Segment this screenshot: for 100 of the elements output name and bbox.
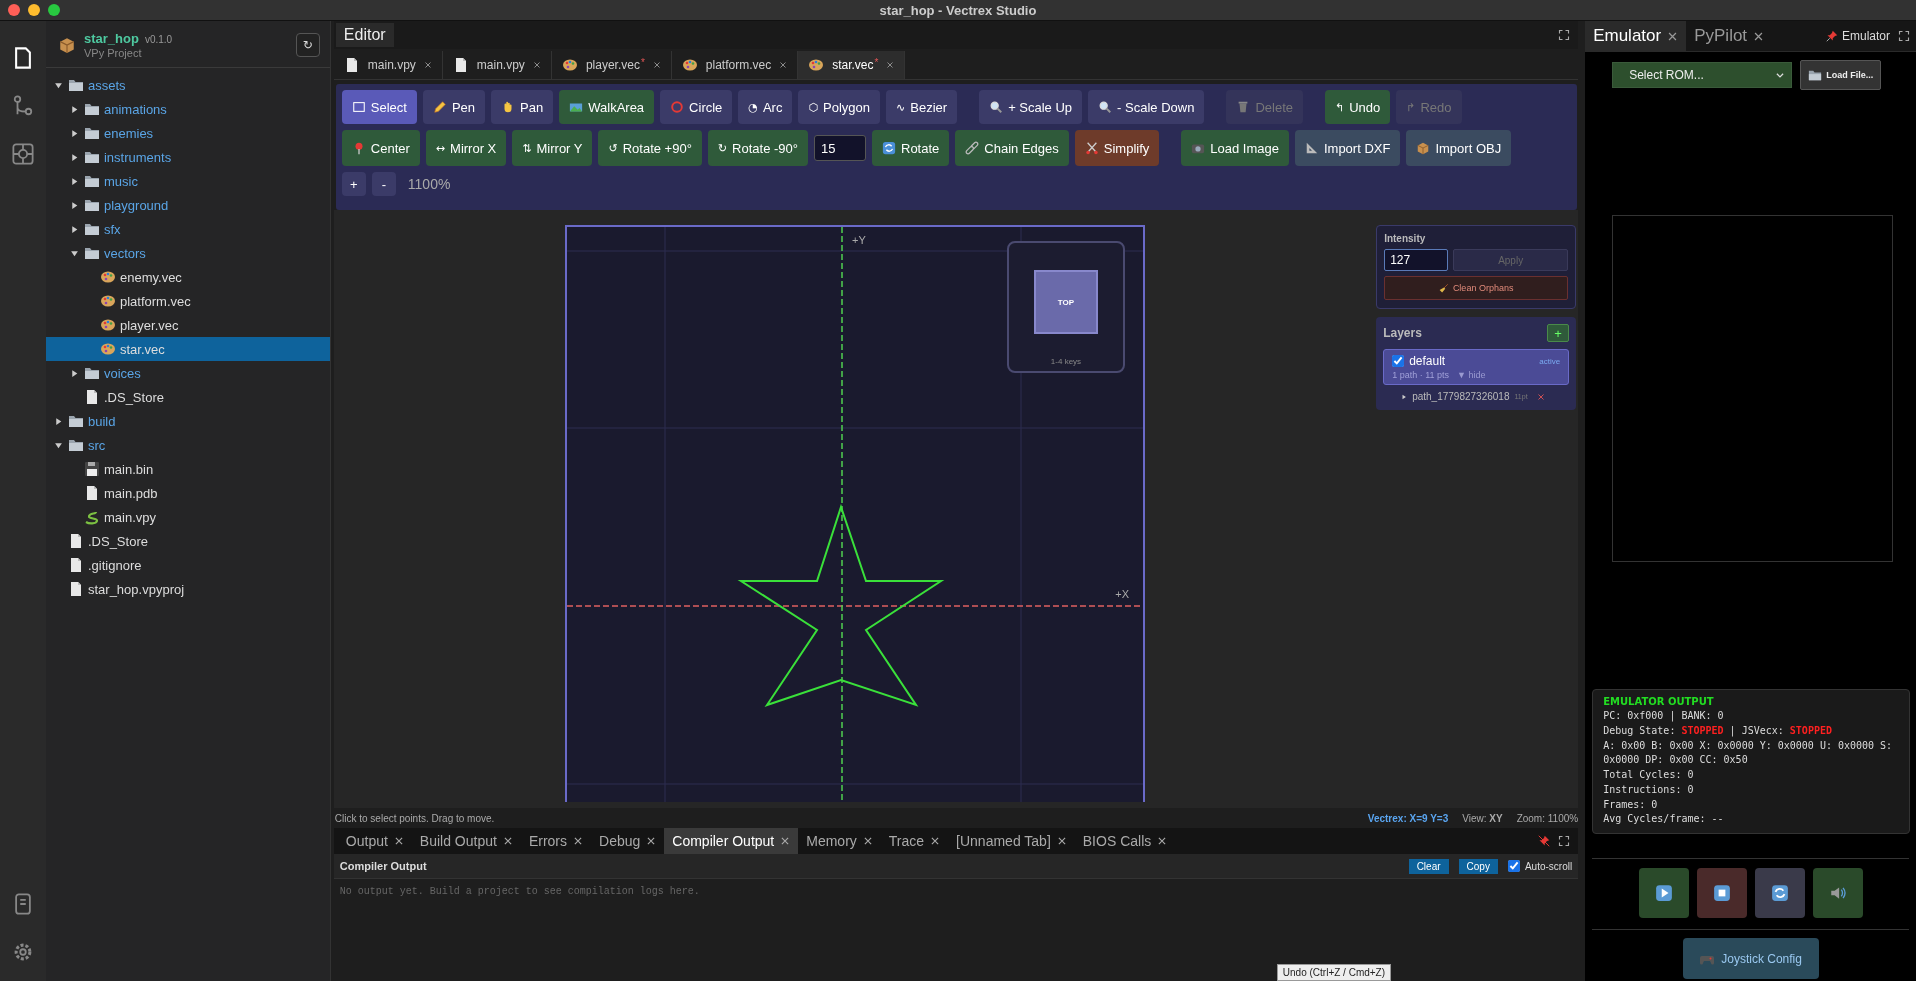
tree-item[interactable]: .DS_Store — [45, 529, 330, 553]
copy-button[interactable]: Copy — [1458, 858, 1498, 874]
caret-right-icon[interactable] — [1401, 393, 1408, 400]
caret-right-icon[interactable] — [53, 416, 63, 426]
maximize-icon[interactable] — [1898, 30, 1910, 42]
caret-right-icon[interactable] — [69, 224, 79, 234]
tree-item[interactable]: voices — [45, 361, 330, 385]
tree-item[interactable]: platform.vec — [45, 289, 330, 313]
tree-item[interactable]: animations — [45, 97, 330, 121]
caret-right-icon[interactable] — [69, 176, 79, 186]
tree-item[interactable]: player.vec — [45, 313, 330, 337]
panel-tab[interactable]: Memory — [798, 828, 881, 854]
tree-item[interactable]: music — [45, 169, 330, 193]
tree-item[interactable]: star_hop.vpyproj — [45, 577, 330, 601]
toolbar-button[interactable]: ⇅ Mirror Y — [512, 130, 593, 166]
toolbar-button[interactable]: Import OBJ — [1406, 130, 1512, 166]
load-file-button[interactable]: Load File... — [1800, 60, 1882, 90]
close-icon[interactable] — [862, 836, 873, 846]
toolbar-button[interactable]: Chain Edges — [955, 130, 1069, 166]
toolbar-button[interactable]: ↺ Rotate +90° — [598, 130, 702, 166]
device-icon[interactable] — [12, 893, 34, 915]
caret-down-icon[interactable] — [53, 440, 63, 450]
caret-down-icon[interactable] — [69, 248, 79, 258]
toolbar-button[interactable]: - Scale Down — [1088, 90, 1205, 124]
emulator-tab[interactable]: Emulator — [1585, 21, 1687, 51]
rom-select[interactable]: Select ROM... — [1612, 62, 1793, 88]
close-icon[interactable] — [393, 836, 404, 846]
toolbar-button[interactable]: Simplify — [1074, 130, 1160, 166]
close-icon[interactable] — [1157, 836, 1168, 846]
view-cube[interactable]: TOP — [1034, 270, 1098, 334]
tree-item[interactable]: .gitignore — [45, 553, 330, 577]
path-name[interactable]: path_1779827326018 — [1412, 391, 1510, 402]
play-button[interactable] — [1638, 868, 1689, 918]
tree-item[interactable]: main.bin — [45, 457, 330, 481]
panel-tab[interactable]: Compiler Output — [664, 828, 799, 854]
caret-right-icon[interactable] — [69, 368, 79, 378]
toolbar-button[interactable]: Circle — [660, 90, 733, 124]
tree-item[interactable]: enemies — [45, 121, 330, 145]
panel-tab[interactable]: Errors — [520, 828, 592, 854]
caret-right-icon[interactable] — [69, 152, 79, 162]
maximize-icon[interactable] — [1558, 29, 1571, 41]
editor-tab[interactable]: main.vpy — [333, 51, 443, 79]
visibility-checkbox[interactable] — [1392, 355, 1405, 367]
tree-item[interactable]: src — [45, 433, 330, 457]
tree-item[interactable]: star.vec — [45, 337, 330, 361]
tree-item[interactable]: main.pdb — [45, 481, 330, 505]
toolbar-button[interactable]: Rotate — [872, 130, 950, 166]
file-icon[interactable] — [12, 47, 34, 69]
minimize-window-button[interactable] — [28, 4, 40, 16]
caret-down-icon[interactable] — [53, 80, 63, 90]
toolbar-button[interactable]: Pan — [491, 90, 554, 124]
close-icon[interactable] — [1753, 30, 1765, 42]
toolbar-button[interactable]: Select — [341, 90, 417, 124]
tree-item[interactable]: sfx — [45, 217, 330, 241]
clean-orphans-button[interactable]: Clean Orphans — [1384, 276, 1569, 300]
toolbar-button[interactable]: ↔ Mirror X — [425, 130, 507, 166]
close-icon[interactable] — [779, 61, 788, 69]
clear-button[interactable]: Clear — [1408, 858, 1449, 874]
toolbar-button[interactable]: WalkArea — [559, 90, 655, 124]
editor-tab[interactable]: player.vec* — [551, 51, 672, 79]
toolbar-button[interactable]: Load Image — [1181, 130, 1289, 166]
intensity-field[interactable]: 127 — [1384, 249, 1449, 271]
tree-item[interactable]: build — [45, 409, 330, 433]
toolbar-button[interactable]: ⬡ Polygon — [798, 90, 881, 124]
source-control-icon[interactable] — [12, 95, 34, 117]
tree-item[interactable]: vectors — [45, 241, 330, 265]
close-icon[interactable] — [502, 836, 513, 846]
grid-icon[interactable] — [12, 143, 34, 165]
toolbar-button[interactable]: - — [371, 172, 396, 196]
unpin-icon[interactable] — [1538, 835, 1551, 847]
close-icon[interactable] — [646, 836, 657, 846]
settings-icon[interactable] — [12, 941, 34, 963]
drawing-canvas[interactable]: +Y +X TOP 1-4 keys — [565, 225, 1145, 802]
zoom-window-button[interactable] — [48, 4, 60, 16]
tree-item[interactable]: .DS_Store — [45, 385, 330, 409]
toolbar-button[interactable]: Pen — [422, 90, 486, 124]
refresh-button[interactable]: ↻ — [295, 33, 320, 57]
angle-field[interactable]: 15 — [814, 135, 866, 161]
close-icon[interactable] — [573, 836, 584, 846]
emulator-tab[interactable]: PyPilot — [1686, 21, 1773, 51]
close-icon[interactable] — [930, 836, 941, 846]
tree-item[interactable]: assets — [45, 73, 330, 97]
editor-tab[interactable]: star.vec* — [798, 51, 906, 79]
delete-icon[interactable] — [1536, 392, 1545, 401]
tree-item[interactable]: playground — [45, 193, 330, 217]
toolbar-button[interactable]: Center — [341, 130, 420, 166]
close-icon[interactable] — [780, 836, 791, 846]
panel-tab[interactable]: Output — [337, 828, 412, 854]
maximize-icon[interactable] — [1558, 835, 1571, 847]
auto-scroll-checkbox[interactable] — [1507, 860, 1520, 872]
panel-tab[interactable]: BIOS Calls — [1074, 828, 1176, 854]
stop-button[interactable] — [1696, 868, 1747, 918]
caret-right-icon[interactable] — [69, 200, 79, 210]
close-icon[interactable] — [532, 61, 541, 69]
panel-tab[interactable]: [Unnamed Tab] — [948, 828, 1075, 854]
tree-item[interactable]: instruments — [45, 145, 330, 169]
caret-right-icon[interactable] — [69, 128, 79, 138]
close-icon[interactable] — [886, 61, 895, 69]
close-icon[interactable] — [1667, 30, 1679, 42]
add-layer-button[interactable]: + — [1547, 324, 1570, 342]
